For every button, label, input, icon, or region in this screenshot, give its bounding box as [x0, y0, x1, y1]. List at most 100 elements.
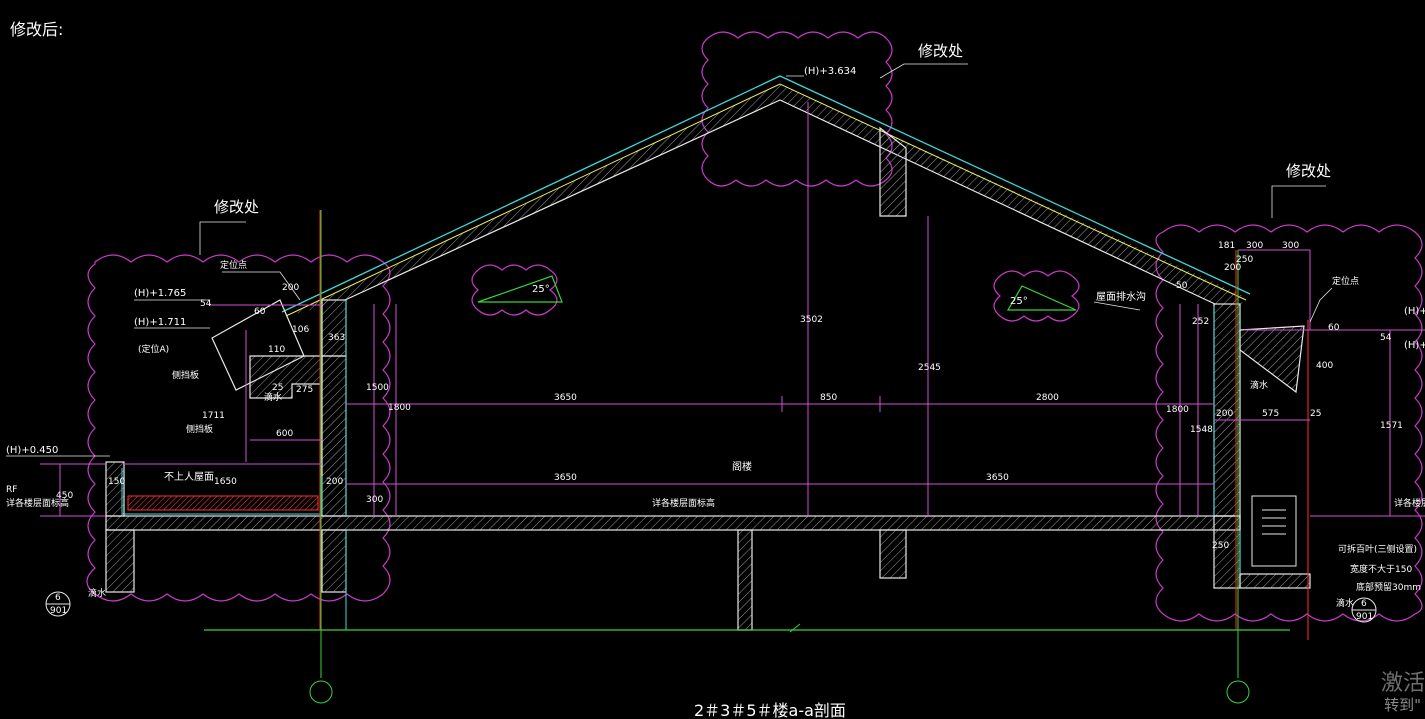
callout-right-num: 6 — [1361, 599, 1367, 609]
side-panel-note-2: 侧挡板 — [186, 423, 213, 435]
dim-60: 60 — [254, 307, 266, 317]
gutter-box — [1239, 573, 1311, 589]
callout-left-num: 6 — [55, 593, 61, 603]
elev-left-2: (H)+1.711 — [134, 317, 186, 328]
mod-note-top: 修改处 — [918, 42, 963, 60]
elev-left-1: (H)+1.765 — [134, 288, 186, 299]
dim-200c: 200 — [1224, 263, 1241, 273]
louvre-note-1: 可拆百叶(三侧设置) — [1338, 543, 1417, 555]
dim-2800: 2800 — [1036, 393, 1059, 403]
dim-450: 450 — [56, 491, 73, 501]
watermark-goto: 转到" — [1384, 696, 1421, 714]
dim-275: 275 — [296, 385, 313, 395]
dim-3650a: 3650 — [554, 393, 577, 403]
section-drawing: 6 901 6 901 修改处 修改处 修改处 (H)+3.634 (H)+1.… — [6, 31, 1425, 719]
loc-a-note: (定位A) — [138, 343, 169, 355]
dim-363: 363 — [328, 333, 345, 343]
labels: 修改处 修改处 修改处 (H)+3.634 (H)+1.765 (H)+1.71… — [6, 42, 1425, 719]
elev-left-3: (H)+0.450 — [6, 445, 58, 456]
floor-level-label: 详各楼层面标高 — [652, 497, 715, 509]
roof-inner-line — [344, 99, 1216, 305]
rf-label: RF — [6, 485, 17, 495]
louvre-note-2: 宽度不大于150 — [1350, 563, 1412, 575]
dim-3502: 3502 — [800, 315, 823, 325]
dim-1571: 1571 — [1380, 421, 1403, 431]
dim-2545: 2545 — [918, 363, 941, 373]
roof-slab-hatch — [288, 84, 1244, 316]
loc-point-right: 定位点 — [1332, 275, 1359, 287]
roof-membrane-line — [285, 83, 1247, 317]
dim-600: 600 — [276, 429, 293, 439]
dim-25b: 25 — [1310, 409, 1321, 419]
dim-200a: 200 — [282, 283, 299, 293]
dim-252: 252 — [1192, 317, 1209, 327]
roof-drain-label: 屋面排水沟 — [1096, 290, 1146, 303]
attic-floor-slab — [105, 515, 1241, 531]
dim-200b: 200 — [326, 477, 343, 487]
dim-575: 575 — [1262, 409, 1279, 419]
dim-60b: 60 — [1328, 323, 1340, 333]
lower-wall-a — [321, 529, 347, 593]
dim-1548: 1548 — [1190, 425, 1213, 435]
angle-right-label: 25° — [1010, 296, 1028, 307]
revision-cloud-angle-right — [993, 270, 1080, 322]
section-title: 2＃3＃5＃楼a-a剖面 — [694, 701, 846, 719]
loc-point-left: 定位点 — [220, 259, 247, 271]
left-wall — [321, 355, 347, 517]
no-access-roof-label: 不上人屋面 — [164, 471, 214, 483]
dim-400: 400 — [1316, 361, 1333, 371]
dim-150: 150 — [108, 477, 125, 487]
louvre-detail — [1251, 495, 1297, 567]
dim-1800: 1800 — [388, 403, 411, 413]
dim-300: 300 — [366, 495, 383, 505]
dim-200d: 200 — [1216, 409, 1233, 419]
dim-106: 106 — [292, 325, 309, 335]
elev-top: (H)+3.634 — [804, 66, 856, 77]
dim-300b: 300 — [1282, 241, 1299, 251]
callout-left-ref: 901 — [50, 606, 67, 616]
dim-50: 50 — [1176, 281, 1188, 291]
dim-1650: 1650 — [214, 477, 237, 487]
dim-1500: 1500 — [366, 383, 389, 393]
dim-250b: 250 — [1212, 541, 1229, 551]
drip-note-3: 滴水 — [88, 587, 106, 599]
angle-symbols — [477, 275, 1077, 311]
left-upper-wall — [321, 299, 347, 357]
roof — [281, 75, 1251, 317]
mod-note-right: 修改处 — [1286, 162, 1331, 180]
dim-850: 850 — [820, 393, 837, 403]
louvre-frame — [1251, 495, 1297, 567]
louvre-note-3: 底部预留30mm — [1356, 581, 1421, 593]
elev-right-1: (H)+1 — [1404, 306, 1425, 317]
dim-1711: 1711 — [202, 411, 225, 421]
callout-right-ref: 901 — [1356, 612, 1373, 622]
attic-label: 阁楼 — [732, 460, 752, 473]
drip-note-4: 滴水 — [1336, 597, 1354, 609]
watermark-activate: 激活 — [1380, 671, 1425, 696]
lower-beam-b — [879, 529, 907, 579]
interior-lines — [121, 300, 1241, 630]
dim-54b: 54 — [1380, 333, 1392, 343]
angle-left-label: 25° — [532, 284, 550, 295]
axes — [309, 210, 1250, 704]
dim-25: 25 — [272, 383, 283, 393]
dim-110: 110 — [268, 345, 285, 355]
mod-note-left: 修改处 — [214, 198, 259, 216]
dim-1800b: 1800 — [1166, 405, 1189, 415]
dim-300a: 300 — [1246, 241, 1263, 251]
break-mark — [789, 623, 801, 633]
callout-left: 6 901 — [45, 591, 71, 617]
roof-outer-line — [281, 75, 1251, 313]
dim-181: 181 — [1218, 241, 1235, 251]
side-panel-note-1: 侧挡板 — [172, 369, 199, 381]
rf-floor-label-right: 详各楼层面标高 — [1394, 497, 1425, 509]
roof-finish-layer — [127, 495, 319, 511]
dim-3650c: 3650 — [986, 473, 1009, 483]
drip-note-2: 滴水 — [1250, 379, 1268, 391]
left-parapet — [105, 461, 125, 517]
left-lower-wall — [105, 529, 135, 593]
structure — [105, 299, 1311, 631]
callout-right: 6 901 — [1351, 597, 1377, 623]
elev-right-2: (H)+1 — [1404, 340, 1425, 351]
dim-54: 54 — [200, 299, 212, 309]
